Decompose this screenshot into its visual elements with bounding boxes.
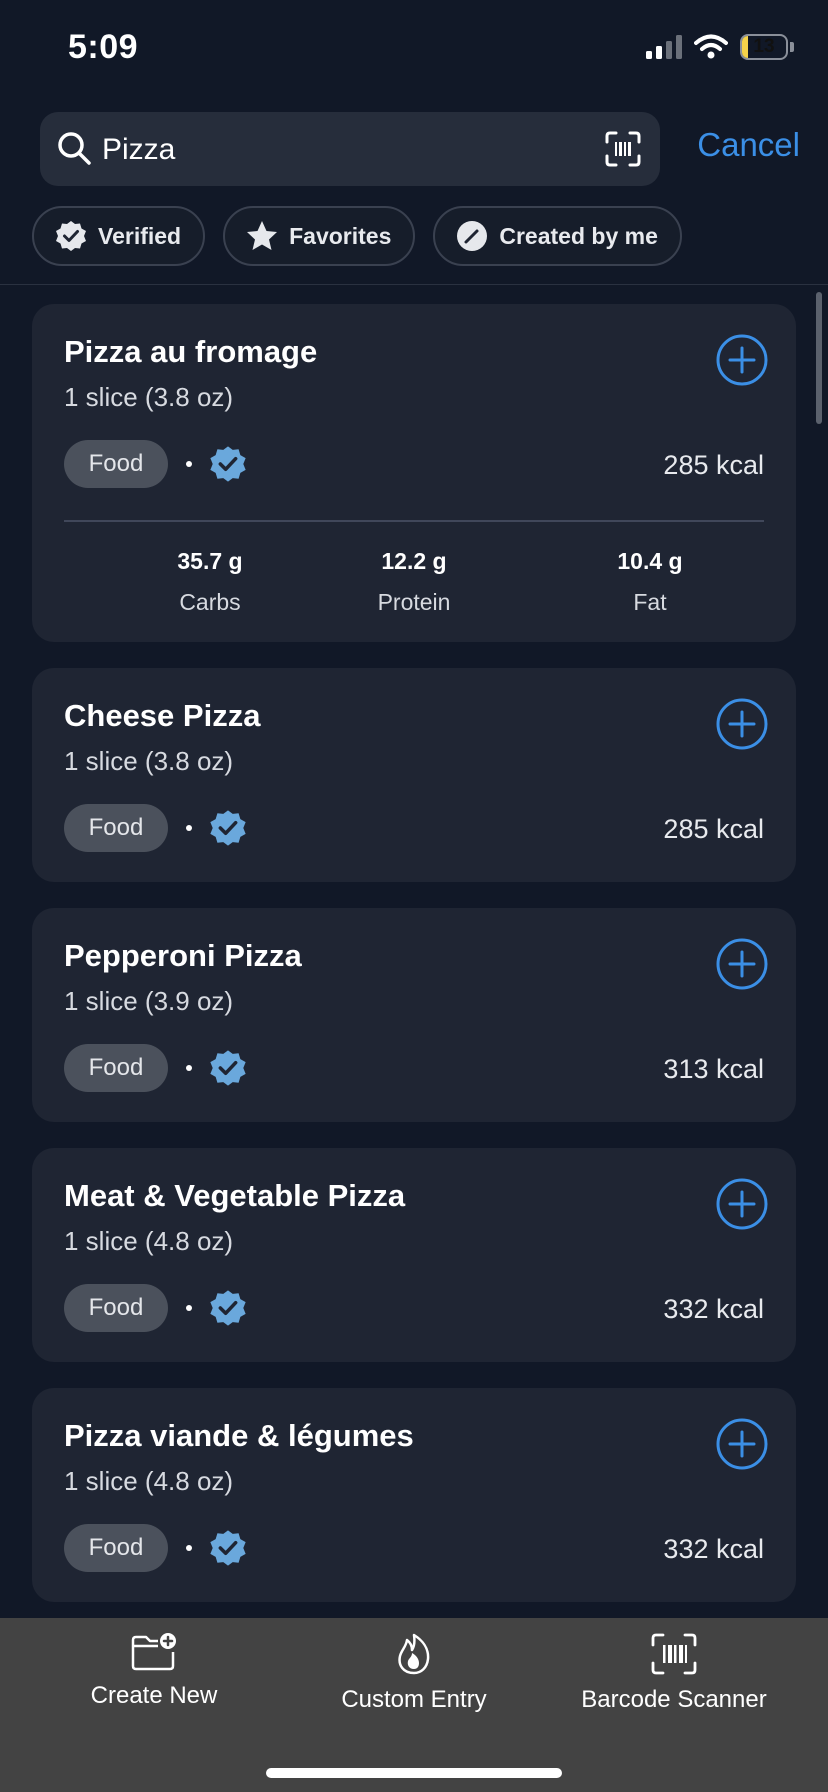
filter-chip-verified[interactable]: Verified <box>32 206 206 266</box>
food-tag-row: Food <box>64 1044 248 1092</box>
food-type-tag: Food <box>64 804 168 852</box>
food-name: Pizza viande & légumes <box>64 1418 414 1453</box>
search-box[interactable] <box>40 112 660 186</box>
card-divider <box>64 520 764 522</box>
verified-badge-icon <box>210 446 246 482</box>
flame-icon <box>398 1633 430 1675</box>
verified-badge-icon <box>56 221 86 251</box>
food-serving: 1 slice (3.8 oz) <box>64 746 234 776</box>
macro-protein: 12.2 g Protein <box>314 548 514 616</box>
folder-plus-icon <box>131 1633 176 1671</box>
food-card[interactable]: Pizza au fromage 1 slice (3.8 oz) Food 2… <box>32 304 796 642</box>
macro-carbs: 35.7 g Carbs <box>110 548 310 616</box>
cancel-button[interactable]: Cancel <box>697 126 800 164</box>
home-indicator <box>266 1768 562 1778</box>
food-calories: 332 kcal <box>663 1534 764 1564</box>
add-plus-icon[interactable] <box>716 1418 768 1470</box>
pencil-icon <box>457 221 488 251</box>
status-bar: 5:09 13 <box>0 0 828 100</box>
bottom-item-label: Create New <box>90 1682 218 1709</box>
food-serving: 1 slice (4.8 oz) <box>64 1226 234 1256</box>
food-calories: 313 kcal <box>663 1054 764 1084</box>
separator-dot <box>186 825 192 831</box>
separator-dot <box>186 461 192 467</box>
barcode-scanner-button[interactable]: Barcode Scanner <box>544 1632 804 1714</box>
verified-badge-icon <box>210 1050 246 1086</box>
scroll-indicator[interactable] <box>816 292 822 424</box>
filter-chip-favorites[interactable]: Favorites <box>223 206 416 266</box>
bottom-item-label: Barcode Scanner <box>581 1686 767 1713</box>
barcode-scan-icon <box>651 1633 697 1675</box>
food-serving: 1 slice (4.8 oz) <box>64 1466 234 1496</box>
food-card[interactable]: Pizza viande & légumes 1 slice (4.8 oz) … <box>32 1388 796 1602</box>
food-name: Pepperoni Pizza <box>64 938 302 973</box>
food-calories: 285 kcal <box>663 450 764 480</box>
battery-percent: 13 <box>753 36 775 57</box>
custom-entry-button[interactable]: Custom Entry <box>284 1632 544 1714</box>
food-name: Cheese Pizza <box>64 698 261 733</box>
battery-indicator: 13 <box>740 34 788 60</box>
filter-chip-label: Created by me <box>499 222 658 249</box>
add-plus-icon[interactable] <box>716 1178 768 1230</box>
food-type-tag: Food <box>64 1044 168 1092</box>
macro-value: 10.4 g <box>617 548 683 574</box>
wifi-icon <box>694 34 728 59</box>
food-serving: 1 slice (3.8 oz) <box>64 382 234 412</box>
food-calories: 285 kcal <box>663 814 764 844</box>
macro-value: 35.7 g <box>177 548 243 574</box>
macro-fat: 10.4 g Fat <box>550 548 750 616</box>
separator-dot <box>186 1065 192 1071</box>
search-row: Cancel <box>40 112 800 186</box>
add-plus-icon[interactable] <box>716 938 768 990</box>
separator-dot <box>186 1305 192 1311</box>
bottom-item-label: Custom Entry <box>341 1686 487 1713</box>
food-serving: 1 slice (3.9 oz) <box>64 986 234 1016</box>
filter-chip-label: Favorites <box>289 222 392 249</box>
verified-badge-icon <box>210 810 246 846</box>
star-icon <box>247 221 278 250</box>
food-tag-row: Food <box>64 804 248 852</box>
cellular-signal-icon <box>646 35 682 59</box>
food-card[interactable]: Pepperoni Pizza 1 slice (3.9 oz) Food 31… <box>32 908 796 1122</box>
verified-badge-icon <box>210 1530 246 1566</box>
header-divider <box>0 284 828 285</box>
status-time: 5:09 <box>68 28 139 66</box>
search-icon <box>58 132 91 165</box>
separator-dot <box>186 1545 192 1551</box>
food-type-tag: Food <box>64 440 168 488</box>
macro-label: Fat <box>633 589 667 615</box>
food-name: Pizza au fromage <box>64 334 318 369</box>
food-card[interactable]: Meat & Vegetable Pizza 1 slice (4.8 oz) … <box>32 1148 796 1362</box>
status-icons: 13 <box>646 34 794 60</box>
food-tag-row: Food <box>64 440 248 488</box>
macro-value: 12.2 g <box>381 548 447 574</box>
create-new-button[interactable]: Create New <box>24 1632 284 1710</box>
barcode-scan-icon[interactable] <box>604 130 642 168</box>
food-name: Meat & Vegetable Pizza <box>64 1178 406 1213</box>
food-tag-row: Food <box>64 1524 248 1572</box>
add-plus-icon[interactable] <box>716 334 768 386</box>
macro-label: Protein <box>377 589 451 615</box>
food-type-tag: Food <box>64 1524 168 1572</box>
food-tag-row: Food <box>64 1284 248 1332</box>
food-type-tag: Food <box>64 1284 168 1332</box>
add-plus-icon[interactable] <box>716 698 768 750</box>
food-card[interactable]: Cheese Pizza 1 slice (3.8 oz) Food 285 k… <box>32 668 796 882</box>
filter-chip-created-by-me[interactable]: Created by me <box>433 206 682 266</box>
macro-label: Carbs <box>179 589 241 615</box>
filter-chip-label: Verified <box>98 222 182 249</box>
filter-chips: Verified Favorites Created by me <box>32 206 682 266</box>
bottom-action-bar: Create New Custom Entry Barcode Scanner <box>0 1618 828 1792</box>
verified-badge-icon <box>210 1290 246 1326</box>
search-input[interactable] <box>100 126 574 174</box>
food-calories: 332 kcal <box>663 1294 764 1324</box>
